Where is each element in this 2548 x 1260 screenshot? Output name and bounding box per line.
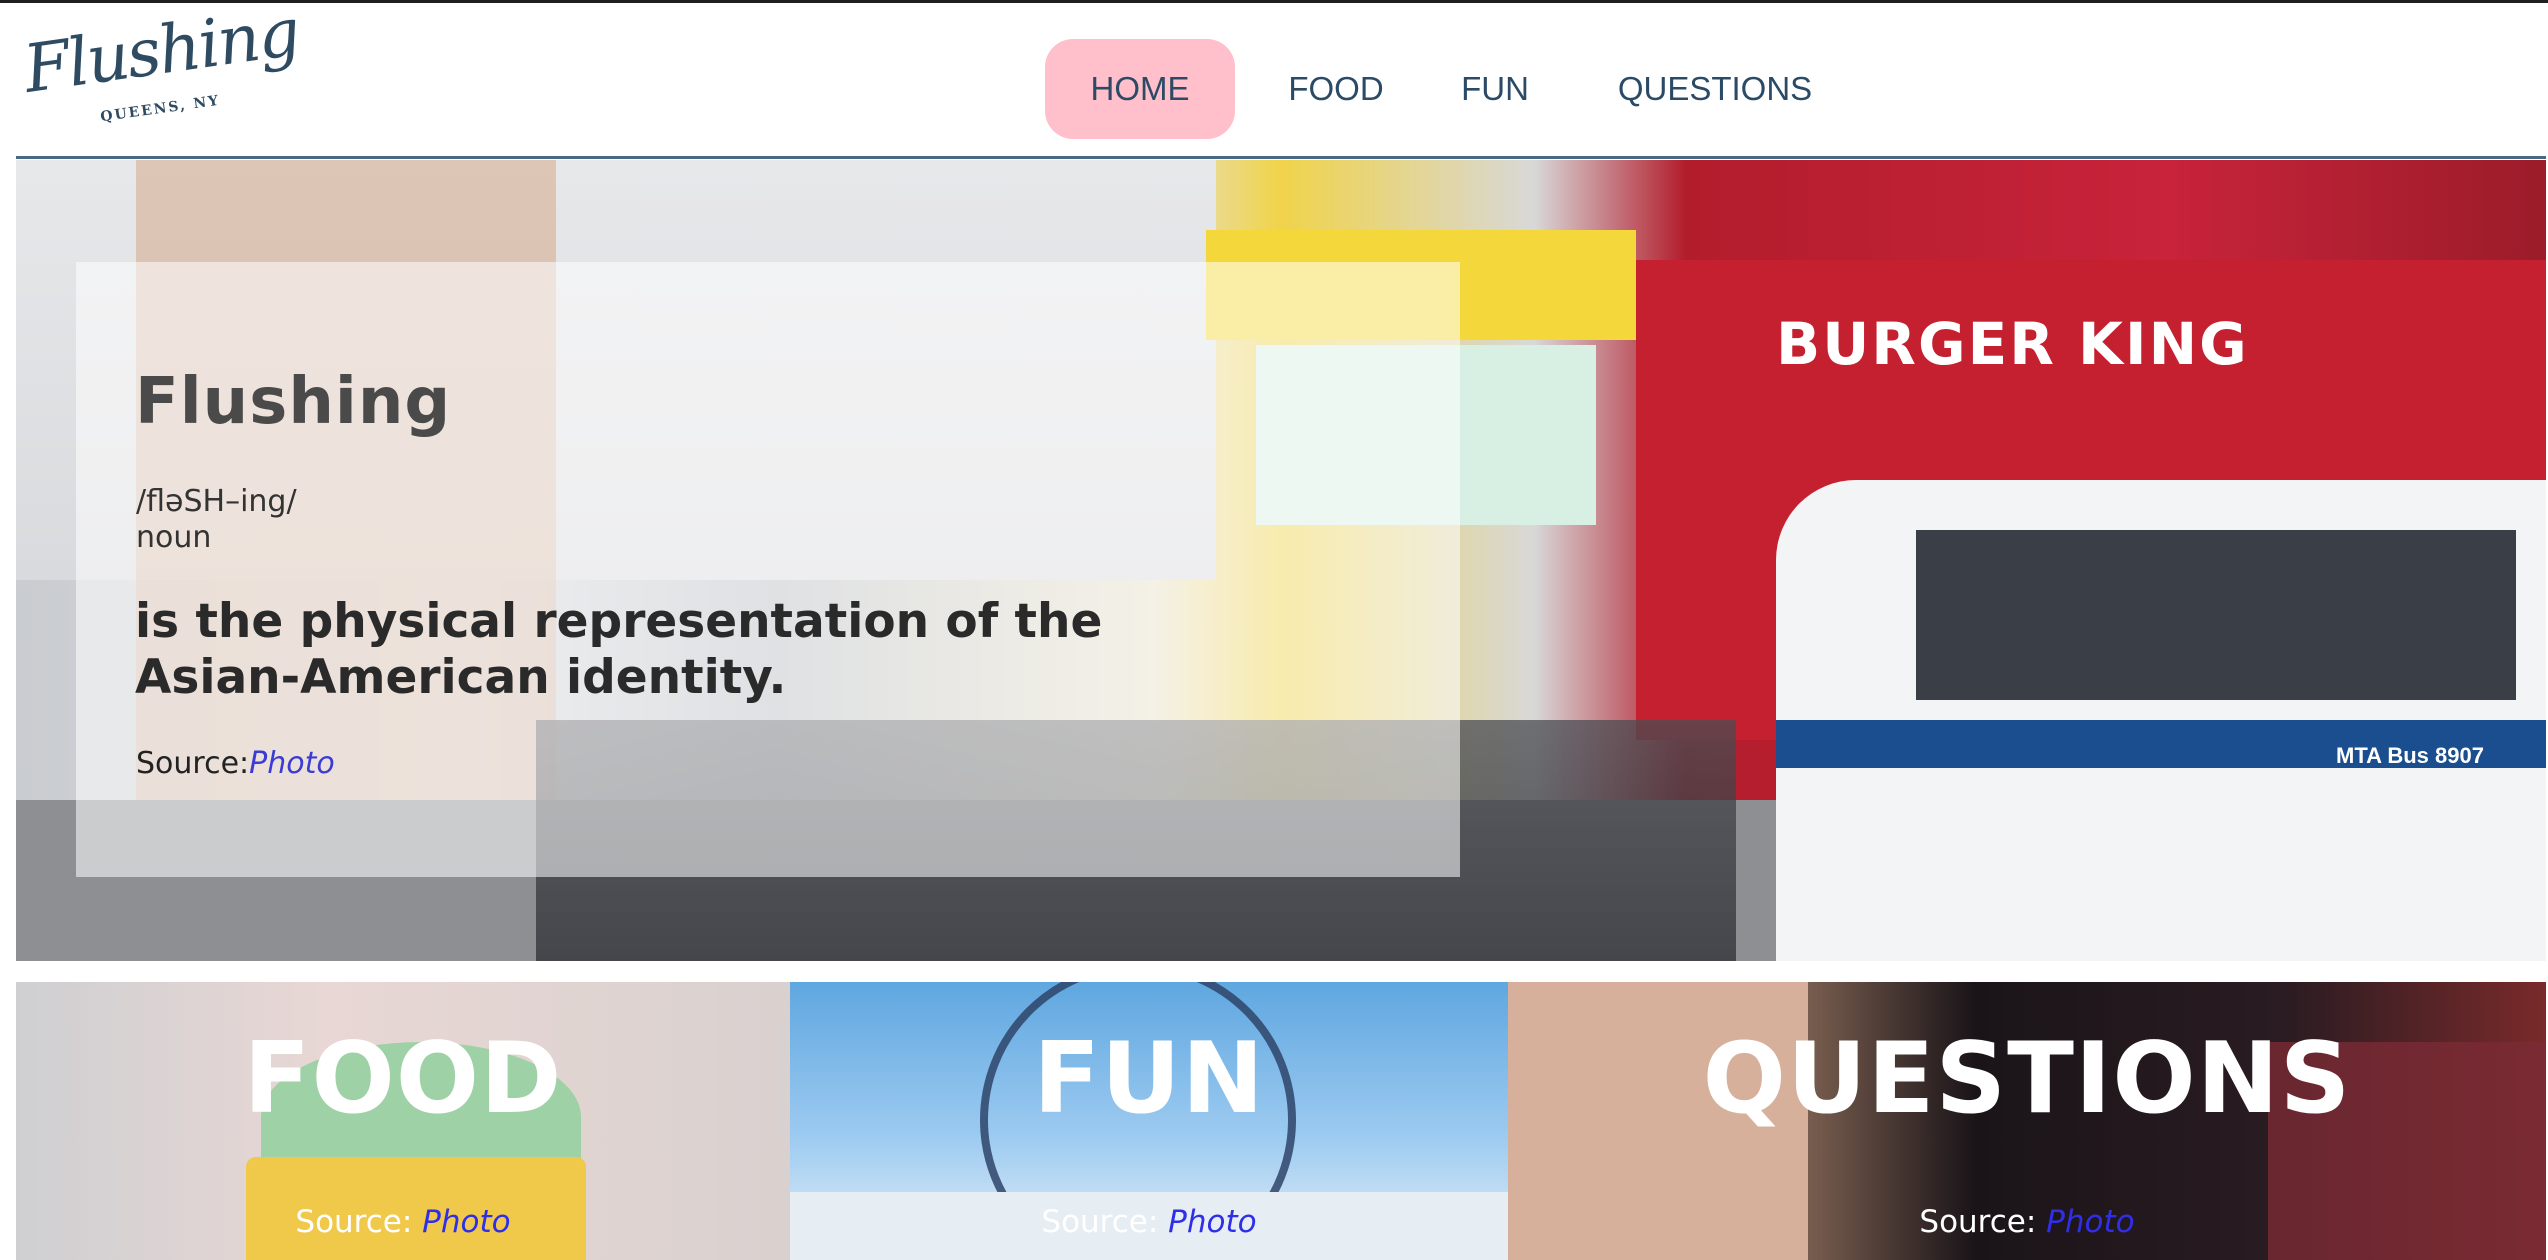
bus-number-label: MTA Bus 8907 bbox=[2336, 743, 2484, 768]
food-tile[interactable]: FOOD Source: Photo bbox=[16, 982, 790, 1260]
fun-tile-source: Source: Photo bbox=[790, 1204, 1508, 1240]
part-of-speech: noun bbox=[136, 520, 212, 555]
questions-tile[interactable]: QUESTIONS Source: Photo bbox=[1508, 982, 2546, 1260]
hero-title: Flushing bbox=[135, 365, 452, 439]
food-source-label: Source: bbox=[295, 1204, 413, 1240]
definition-card bbox=[76, 262, 1460, 877]
source-label: Source: bbox=[136, 746, 250, 781]
burger-king-sign: BURGER KING bbox=[1776, 310, 2249, 378]
logo-subtitle: QUEENS, NY bbox=[99, 92, 222, 126]
food-tile-source: Source: Photo bbox=[16, 1204, 790, 1240]
hero-bus-window bbox=[1916, 530, 2516, 700]
source-photo-link[interactable]: Photo bbox=[249, 746, 335, 781]
nav-questions[interactable]: QUESTIONS bbox=[1605, 39, 1825, 139]
flushing-logo[interactable]: Flushing QUEENS, NY bbox=[19, 0, 303, 141]
site-header: Flushing QUEENS, NY HOME FOOD FUN QUESTI… bbox=[0, 0, 2548, 158]
fun-tile[interactable]: FUN Source: Photo bbox=[790, 982, 1508, 1260]
fun-source-photo-link[interactable]: Photo bbox=[1168, 1204, 1256, 1240]
food-source-photo-link[interactable]: Photo bbox=[422, 1204, 510, 1240]
pronunciation-text: /fləSH–ing/ bbox=[136, 484, 297, 519]
food-tile-title[interactable]: FOOD bbox=[16, 1022, 790, 1136]
header-divider bbox=[16, 156, 2546, 159]
questions-tile-title[interactable]: QUESTIONS bbox=[1508, 1022, 2546, 1136]
nav-food[interactable]: FOOD bbox=[1261, 39, 1411, 139]
questions-source-label: Source: bbox=[1919, 1204, 2037, 1240]
nav-home[interactable]: HOME bbox=[1045, 39, 1235, 139]
fun-tile-title[interactable]: FUN bbox=[790, 1022, 1508, 1136]
hero-source: Source:Photo bbox=[136, 746, 335, 781]
fun-source-label: Source: bbox=[1041, 1204, 1159, 1240]
hero-definition: is the physical representation of the As… bbox=[135, 594, 1103, 705]
questions-source-photo-link[interactable]: Photo bbox=[2046, 1204, 2134, 1240]
logo-script-text: Flushing bbox=[19, 0, 303, 108]
questions-tile-source: Source: Photo bbox=[1508, 1204, 2546, 1240]
nav-fun[interactable]: FUN bbox=[1445, 39, 1545, 139]
hero-pronunciation: /fləSH–ing/ noun bbox=[136, 484, 297, 556]
